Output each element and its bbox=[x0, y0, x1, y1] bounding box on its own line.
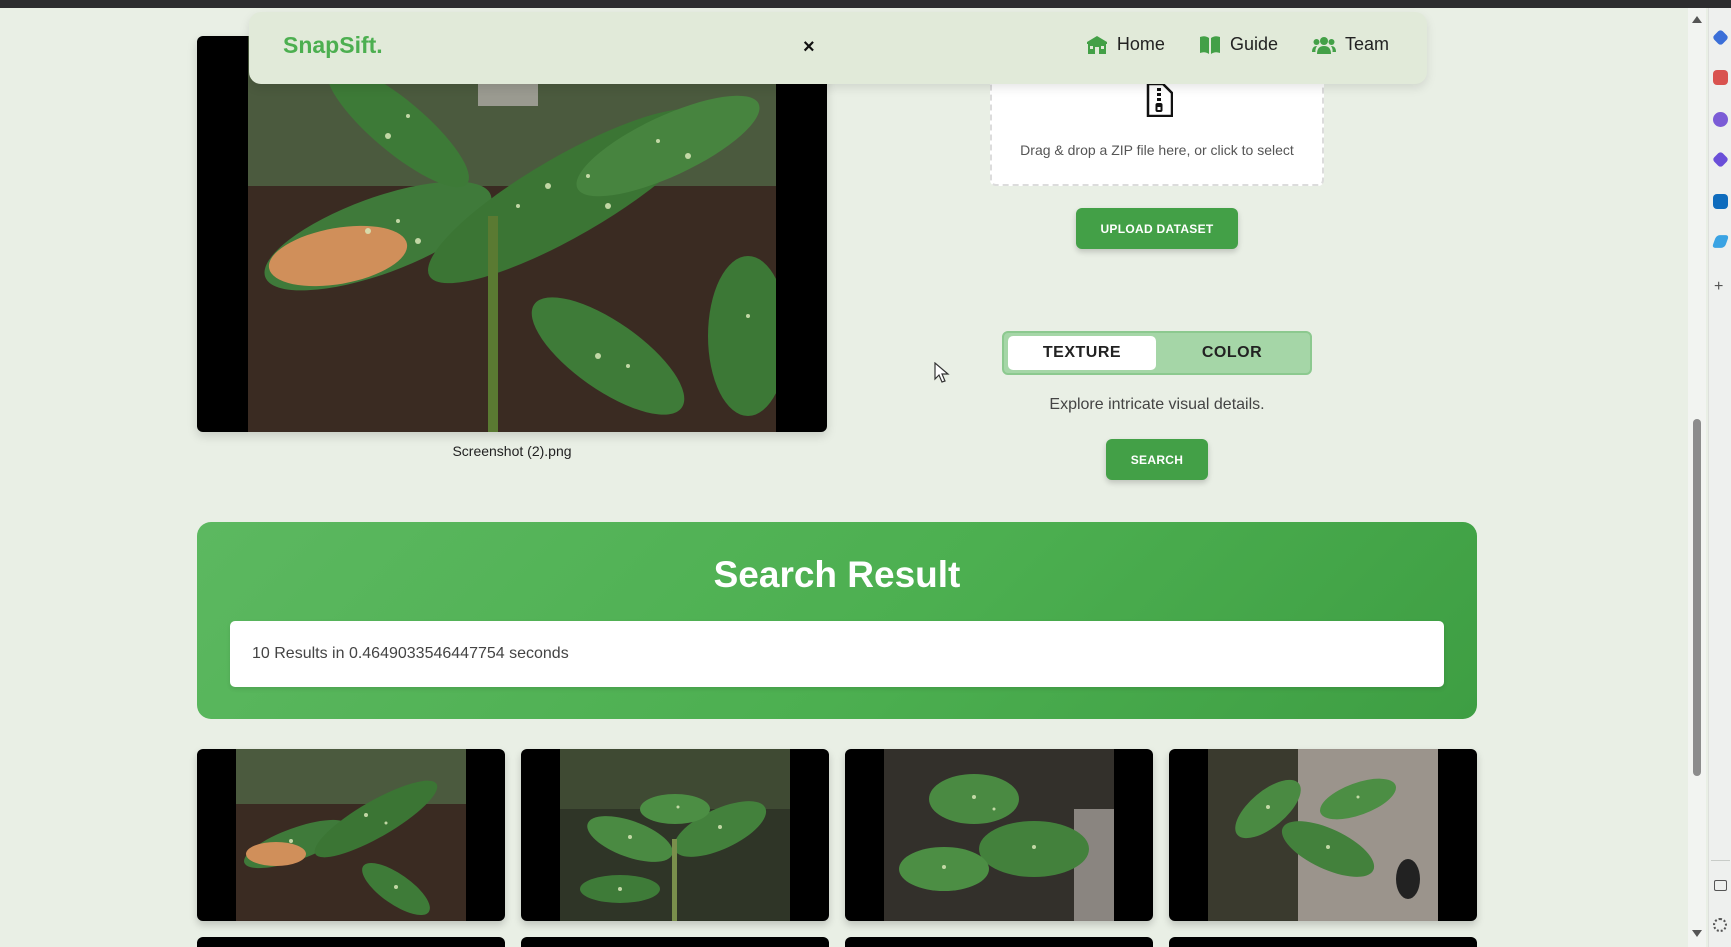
result-image-3[interactable] bbox=[845, 749, 1153, 921]
feature-mode-toggle: TEXTURE COLOR bbox=[1002, 331, 1312, 375]
color-option[interactable]: COLOR bbox=[1158, 336, 1306, 370]
navbar: SnapSift. × Home Guide Team bbox=[249, 12, 1427, 84]
search-result-title: Search Result bbox=[713, 554, 961, 595]
nav-team-link[interactable]: Team bbox=[1311, 34, 1389, 55]
nav-team-label: Team bbox=[1344, 34, 1389, 54]
query-image-caption: Screenshot (2).png bbox=[452, 443, 572, 459]
result-summary: 10 Results in 0.4649033546447754 seconds bbox=[230, 621, 1444, 687]
scroll-up-arrow-icon[interactable] bbox=[1692, 16, 1702, 23]
search-button[interactable]: SEARCH bbox=[1106, 439, 1208, 480]
school-icon bbox=[1086, 35, 1108, 55]
sidebar-divider bbox=[1711, 860, 1730, 861]
copilot-icon[interactable] bbox=[1712, 29, 1729, 46]
browser-sidebar: + bbox=[1708, 8, 1731, 947]
split-view-icon[interactable] bbox=[1714, 880, 1727, 891]
mouse-cursor-icon bbox=[934, 362, 950, 383]
query-plant-photo bbox=[248, 36, 776, 432]
search-result-panel: Search Result 10 Results in 0.4649033546… bbox=[197, 522, 1477, 719]
result-plant-photo bbox=[560, 749, 790, 921]
dropzone-text: Drag & drop a ZIP file here, or click to… bbox=[1020, 142, 1294, 158]
zip-file-icon bbox=[1145, 82, 1174, 122]
result-image-5[interactable] bbox=[197, 937, 505, 947]
browser-top-strip bbox=[0, 0, 1731, 8]
close-icon[interactable]: × bbox=[803, 36, 815, 59]
result-plant-photo bbox=[1208, 749, 1438, 921]
upload-dataset-button[interactable]: UPLOAD DATASET bbox=[1076, 208, 1238, 249]
result-image-8[interactable] bbox=[1169, 937, 1477, 947]
zip-dropzone[interactable]: Drag & drop a ZIP file here, or click to… bbox=[990, 70, 1324, 186]
nav-home-link[interactable]: Home bbox=[1086, 34, 1165, 55]
nav-home-label: Home bbox=[1116, 34, 1165, 54]
people-icon[interactable] bbox=[1713, 112, 1728, 127]
games-icon[interactable] bbox=[1712, 151, 1729, 168]
brand-logo[interactable]: SnapSift. bbox=[283, 32, 383, 59]
settings-gear-icon[interactable] bbox=[1713, 918, 1727, 932]
add-icon[interactable]: + bbox=[1714, 278, 1723, 296]
query-image bbox=[197, 36, 827, 432]
outlook-icon[interactable] bbox=[1713, 194, 1728, 209]
tools-icon[interactable] bbox=[1713, 70, 1728, 85]
result-plant-photo bbox=[236, 749, 466, 921]
users-icon bbox=[1311, 35, 1336, 55]
result-image-4[interactable] bbox=[1169, 749, 1477, 921]
mode-description: Explore intricate visual details. bbox=[1049, 396, 1265, 413]
result-plant-photo bbox=[884, 749, 1114, 921]
nav-guide-link[interactable]: Guide bbox=[1199, 34, 1278, 55]
texture-option[interactable]: TEXTURE bbox=[1008, 336, 1156, 370]
scroll-down-arrow-icon[interactable] bbox=[1692, 930, 1702, 937]
result-image-7[interactable] bbox=[845, 937, 1153, 947]
scroll-thumb[interactable] bbox=[1693, 419, 1701, 776]
book-icon bbox=[1199, 35, 1221, 55]
nav-links: Home Guide Team bbox=[1086, 34, 1389, 55]
result-image-1[interactable] bbox=[197, 749, 505, 921]
nav-guide-label: Guide bbox=[1229, 34, 1278, 54]
send-icon[interactable] bbox=[1711, 235, 1730, 248]
result-image-2[interactable] bbox=[521, 749, 829, 921]
result-image-6[interactable] bbox=[521, 937, 829, 947]
page-scrollbar[interactable] bbox=[1688, 8, 1706, 947]
